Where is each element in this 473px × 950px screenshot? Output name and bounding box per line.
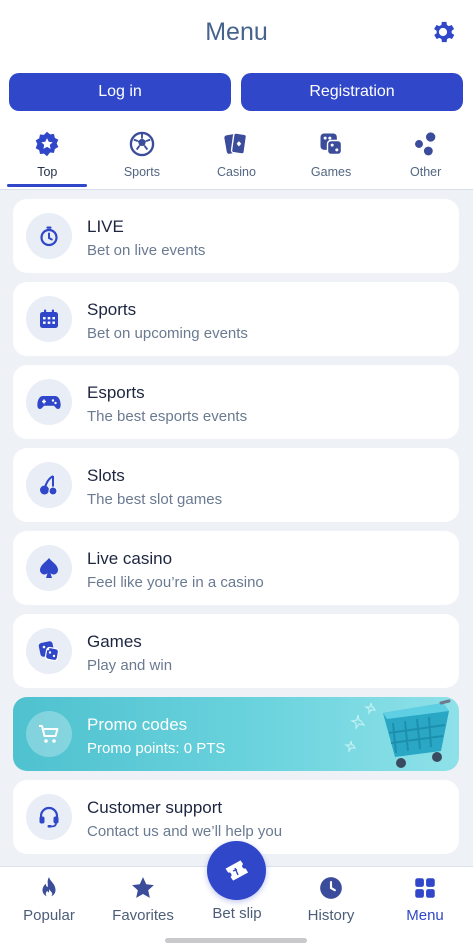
gear-icon[interactable] [429, 18, 457, 46]
ball-icon [129, 131, 155, 157]
ticket-icon [225, 859, 248, 881]
item-icon-bubble [26, 711, 72, 757]
nav-label: Bet slip [212, 905, 262, 922]
tab-label: Sports [123, 165, 160, 179]
basket-illustration-icon [344, 699, 451, 768]
stopwatch-icon [40, 226, 58, 247]
item-subtitle: Contact us and we’ll help you [87, 823, 283, 840]
tab-sports[interactable]: Sports [95, 124, 190, 190]
cards-icon [224, 132, 248, 155]
item-icon-bubble [26, 296, 72, 342]
flame-icon [42, 877, 56, 898]
menu-list: LIVE Bet on live events Sports Bet on up… [13, 199, 459, 863]
item-subtitle: Play and win [87, 657, 173, 674]
registration-button[interactable]: Registration [241, 73, 463, 111]
menu-item-live[interactable]: LIVE Bet on live events [13, 199, 459, 273]
nav-label: Menu [406, 907, 444, 924]
menu-item-games[interactable]: Games Play and win [13, 614, 459, 688]
item-icon-bubble [26, 794, 72, 840]
tab-label: Games [310, 165, 352, 179]
dice-icon [320, 133, 343, 156]
nav-label: Popular [23, 907, 75, 924]
spade-icon [40, 558, 58, 578]
menu-item-slots[interactable]: Slots The best slot games [13, 448, 459, 522]
gamepad-icon [37, 396, 61, 409]
item-title: Slots [87, 466, 125, 485]
grid-icon [415, 878, 435, 898]
promo-points: Promo points: 0 PTS [87, 740, 226, 757]
item-title: LIVE [87, 217, 124, 236]
item-icon-bubble [26, 545, 72, 591]
item-title: Esports [87, 383, 145, 402]
login-button[interactable]: Log in [9, 73, 231, 111]
page-title: Menu [205, 18, 268, 46]
headset-icon [39, 806, 59, 828]
tab-games[interactable]: Games [284, 124, 379, 190]
nav-menu[interactable]: Menu [378, 875, 472, 924]
category-tabs: Top Sports Casino Games Other [0, 124, 473, 190]
item-icon-bubble [26, 628, 72, 674]
cherries-icon [40, 475, 58, 496]
menu-item-sports[interactable]: Sports Bet on upcoming events [13, 282, 459, 356]
item-title: Customer support [87, 798, 223, 817]
item-icon-bubble [26, 213, 72, 259]
nav-popular[interactable]: Popular [2, 875, 96, 924]
tab-label: Other [410, 165, 442, 179]
item-icon-bubble [26, 462, 72, 508]
tab-top[interactable]: Top [0, 124, 95, 190]
item-title: Sports [87, 300, 137, 319]
dots-icon [414, 132, 436, 156]
item-title: Games [87, 632, 142, 651]
item-title: Live casino [87, 549, 173, 568]
bet-slip-button[interactable] [207, 841, 266, 900]
cart-icon [39, 725, 59, 743]
star-badge-icon [35, 131, 59, 157]
tab-other[interactable]: Other [378, 124, 473, 190]
item-subtitle: Bet on upcoming events [87, 325, 248, 342]
star-icon [132, 877, 154, 898]
item-title: Promo codes [87, 715, 188, 734]
nav-label: Favorites [112, 907, 174, 924]
item-subtitle: Bet on live events [87, 242, 206, 259]
nav-history[interactable]: History [284, 875, 378, 924]
calendar-icon [40, 309, 58, 328]
tab-casino[interactable]: Casino [189, 124, 284, 190]
item-subtitle: The best esports events [87, 408, 248, 425]
item-subtitle: Feel like you’re in a casino [87, 574, 264, 591]
item-subtitle: The best slot games [87, 491, 223, 508]
nav-favorites[interactable]: Favorites [96, 875, 190, 924]
tab-label: Casino [217, 165, 256, 179]
menu-item-esports[interactable]: Esports The best esports events [13, 365, 459, 439]
dice-icon [38, 641, 60, 662]
menu-item-promo-codes[interactable]: Promo codes Promo points: 0 PTS [13, 697, 459, 771]
nav-bet-slip[interactable]: Bet slip [190, 905, 284, 922]
nav-label: History [307, 907, 355, 924]
tab-label: Top [37, 165, 58, 179]
item-icon-bubble [26, 379, 72, 425]
header: Menu Log in Registration Top Sports Casi… [0, 0, 473, 190]
home-indicator [165, 938, 307, 943]
clock-icon [320, 877, 342, 899]
menu-item-live-casino[interactable]: Live casino Feel like you’re in a casino [13, 531, 459, 605]
